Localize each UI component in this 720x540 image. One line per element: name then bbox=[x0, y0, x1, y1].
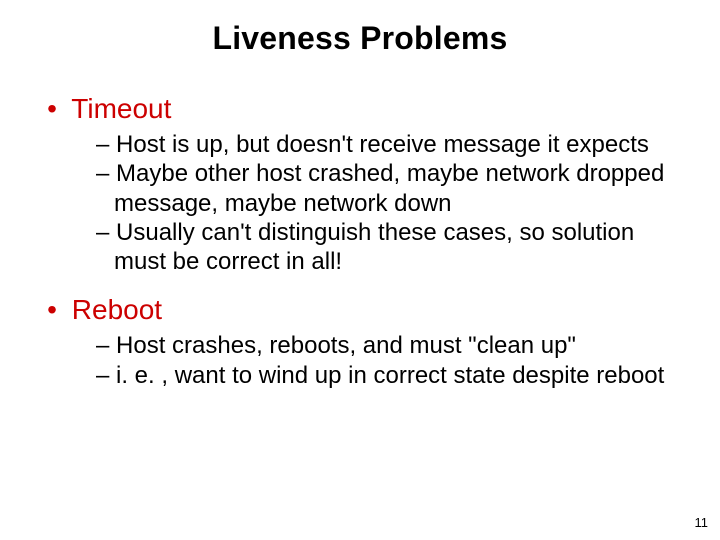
sub-item-text: Host crashes, reboots, and must "clean u… bbox=[116, 332, 576, 359]
sub-item-text: Usually can't distinguish these cases, s… bbox=[114, 219, 634, 275]
sub-item-text: Maybe other host crashed, maybe network … bbox=[114, 160, 664, 216]
sub-item: – Host is up, but doesn't receive messag… bbox=[96, 130, 680, 159]
sub-item: – Host crashes, reboots, and must "clean… bbox=[96, 331, 680, 360]
dash-icon: – bbox=[96, 131, 116, 158]
slide: Liveness Problems • Timeout – Host is up… bbox=[0, 0, 720, 540]
bullet-label: Reboot bbox=[72, 294, 162, 325]
dash-icon: – bbox=[96, 362, 116, 389]
page-number: 11 bbox=[695, 515, 709, 530]
slide-content: • Timeout – Host is up, but doesn't rece… bbox=[0, 91, 720, 390]
bullet-dot-icon: • bbox=[40, 95, 64, 123]
dash-icon: – bbox=[96, 160, 116, 187]
dash-icon: – bbox=[96, 332, 116, 359]
bullet-reboot: • Reboot bbox=[40, 292, 690, 327]
sub-item: – i. e. , want to wind up in correct sta… bbox=[96, 361, 680, 390]
sub-list-timeout: – Host is up, but doesn't receive messag… bbox=[96, 130, 680, 276]
bullet-dot-icon: • bbox=[40, 296, 64, 324]
sub-item-text: i. e. , want to wind up in correct state… bbox=[116, 362, 664, 389]
sub-item: – Usually can't distinguish these cases,… bbox=[96, 218, 680, 277]
dash-icon: – bbox=[96, 219, 116, 246]
sub-item: – Maybe other host crashed, maybe networ… bbox=[96, 159, 680, 218]
slide-title: Liveness Problems bbox=[0, 0, 720, 75]
sub-list-reboot: – Host crashes, reboots, and must "clean… bbox=[96, 331, 680, 390]
bullet-timeout: • Timeout bbox=[40, 91, 690, 126]
sub-item-text: Host is up, but doesn't receive message … bbox=[116, 131, 649, 158]
bullet-label: Timeout bbox=[71, 93, 171, 124]
